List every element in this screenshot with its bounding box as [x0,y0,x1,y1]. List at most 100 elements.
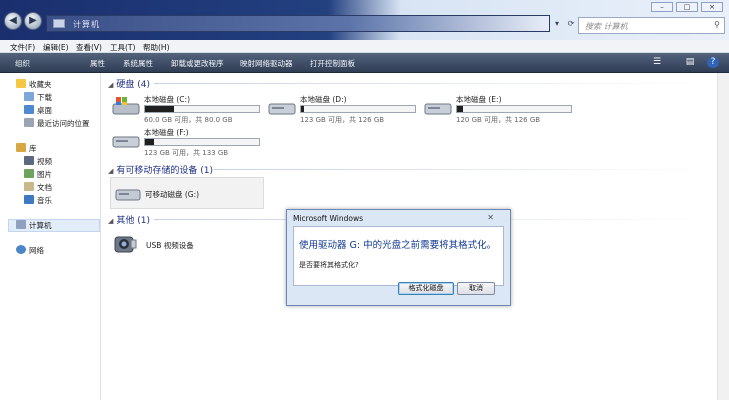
hard-drive-icon [268,103,296,115]
recent-places-icon [24,118,34,127]
library-icon [16,143,26,152]
removable-drive-g[interactable]: 可移动磁盘 (G:) [110,177,264,209]
menu-tools[interactable]: 工具(T) [110,42,135,53]
help-icon[interactable]: ? [707,57,719,68]
network-icon [16,245,26,254]
desktop-icon [24,105,34,114]
minimize-icon[interactable]: – [651,2,673,12]
menu-file[interactable]: 文件(F) [10,42,35,53]
properties-button[interactable]: 属性 [90,58,105,69]
uninstall-program-button[interactable]: 卸载或更改程序 [171,58,224,69]
hard-drive-icon [424,103,452,115]
open-control-panel-button[interactable]: 打开控制面板 [310,58,355,69]
command-toolbar: 组织 属性 系统属性 卸载或更改程序 映射网络驱动器 打开控制面板 ☰ ▤ ? [0,53,729,73]
drive-d[interactable]: 本地磁盘 (D:) 123 GB 可用，共 126 GB [268,94,418,124]
format-disk-dialog: Microsoft Windows ✕ 使用驱动器 G: 中的光盘之前需要将其格… [286,209,511,306]
usb-video-device-name: USB 视频设备 [146,241,194,250]
sidebar-item-documents[interactable]: 文档 [24,182,52,193]
drive-f[interactable]: 本地磁盘 (F:) 123 GB 可用，共 133 GB [112,127,262,157]
picture-icon [24,169,34,178]
star-icon [16,79,26,88]
download-folder-icon [24,92,34,101]
drive-capacity: 123 GB 可用，共 133 GB [144,149,229,157]
collapse-triangle-icon[interactable]: ◢ [108,217,113,225]
search-placeholder: 搜索 计算机 [585,22,628,31]
video-icon [24,156,34,165]
maximize-icon[interactable]: □ [676,2,698,12]
drive-name: 本地磁盘 (C:) [144,95,190,104]
drive-name: 本地磁盘 (D:) [300,95,347,104]
music-icon [24,195,34,204]
section-divider [214,169,714,170]
computer-icon [16,220,26,229]
removable-disk-icon [115,189,141,201]
drive-usage-fill [145,139,155,145]
collapse-triangle-icon[interactable]: ◢ [108,167,113,175]
menu-help[interactable]: 帮助(H) [143,42,170,53]
system-properties-button[interactable]: 系统属性 [123,58,153,69]
dialog-question: 是否要将其格式化? [299,261,359,269]
map-network-drive-button[interactable]: 映射网络驱动器 [240,58,293,69]
section-removable-storage[interactable]: ◢ 有可移动存储的设备 (1) [108,163,213,176]
menu-view[interactable]: 查看(V) [76,42,102,53]
usb-video-device[interactable]: USB 视频设备 [112,231,232,259]
sidebar-favorites[interactable]: 收藏夹 [16,79,52,90]
menu-bar: 文件(F) 编辑(E) 查看(V) 工具(T) 帮助(H) [0,40,729,53]
format-disk-button[interactable]: 格式化磁盘 [398,282,454,295]
removable-drive-name: 可移动磁盘 (G:) [145,190,200,199]
dialog-body: 使用驱动器 G: 中的光盘之前需要将其格式化。 是否要将其格式化? [293,226,504,286]
drive-name: 本地磁盘 (E:) [456,95,502,104]
drive-usage-bar [144,105,260,113]
sidebar-network[interactable]: 网络 [16,245,44,256]
navigation-pane: 收藏夹 下载 桌面 最近访问的位置 库 视频 图片 文档 音乐 计算机 网络 [0,73,101,400]
sidebar-item-recent-places[interactable]: 最近访问的位置 [24,118,90,129]
drive-c[interactable]: 本地磁盘 (C:) 60.0 GB 可用，共 80.0 GB [112,94,262,124]
document-icon [24,182,34,191]
cancel-button[interactable]: 取消 [457,282,495,295]
menu-edit[interactable]: 编辑(E) [43,42,69,53]
section-divider [154,83,714,84]
sidebar-item-downloads[interactable]: 下载 [24,92,52,103]
sidebar-computer[interactable]: 计算机 [8,219,100,232]
view-options-icon[interactable]: ☰ [651,57,663,68]
computer-icon [53,19,65,28]
preview-pane-icon[interactable]: ▤ [684,57,696,68]
sidebar-item-pictures[interactable]: 图片 [24,169,52,180]
search-input[interactable]: 搜索 计算机 ⚲ [578,17,725,34]
drive-usage-bar [144,138,260,146]
drive-usage-fill [145,106,174,112]
address-path: 计算机 [73,20,100,29]
collapse-triangle-icon[interactable]: ◢ [108,81,113,89]
organize-button[interactable]: 组织 [15,58,30,69]
webcam-icon [114,236,137,253]
sidebar-libraries[interactable]: 库 [16,143,37,154]
drive-usage-bar [456,105,572,113]
drive-usage-fill [457,106,463,112]
drive-capacity: 60.0 GB 可用，共 80.0 GB [144,116,233,124]
sidebar-item-desktop[interactable]: 桌面 [24,105,52,116]
title-bar: ◀ ▶ 计算机 ▾ ⟳ 搜索 计算机 ⚲ – □ × [0,0,729,40]
dialog-title: Microsoft Windows [293,214,363,223]
refresh-icon[interactable]: ⟳ [564,17,578,30]
address-bar[interactable]: 计算机 [46,15,550,32]
drive-usage-fill [301,106,305,112]
section-hard-disks[interactable]: ◢ 硬盘 (4) [108,77,150,90]
hard-drive-icon [112,136,140,148]
drive-name: 本地磁盘 (F:) [144,128,189,137]
forward-button[interactable]: ▶ [24,12,42,30]
dialog-message: 使用驱动器 G: 中的光盘之前需要将其格式化。 [299,240,497,251]
back-button[interactable]: ◀ [4,12,22,30]
drive-capacity: 123 GB 可用，共 126 GB [300,116,385,124]
windows-drive-icon [112,97,140,115]
dialog-close-icon[interactable]: ✕ [487,213,494,222]
vertical-scrollbar[interactable] [717,73,729,400]
section-other[interactable]: ◢ 其他 (1) [108,213,150,226]
address-dropdown-icon[interactable]: ▾ [550,17,564,30]
drive-usage-bar [300,105,416,113]
sidebar-item-videos[interactable]: 视频 [24,156,52,167]
drive-capacity: 120 GB 可用，共 126 GB [456,116,541,124]
close-icon[interactable]: × [701,2,723,12]
search-icon[interactable]: ⚲ [714,20,720,29]
drive-e[interactable]: 本地磁盘 (E:) 120 GB 可用，共 126 GB [424,94,574,124]
sidebar-item-music[interactable]: 音乐 [24,195,52,206]
